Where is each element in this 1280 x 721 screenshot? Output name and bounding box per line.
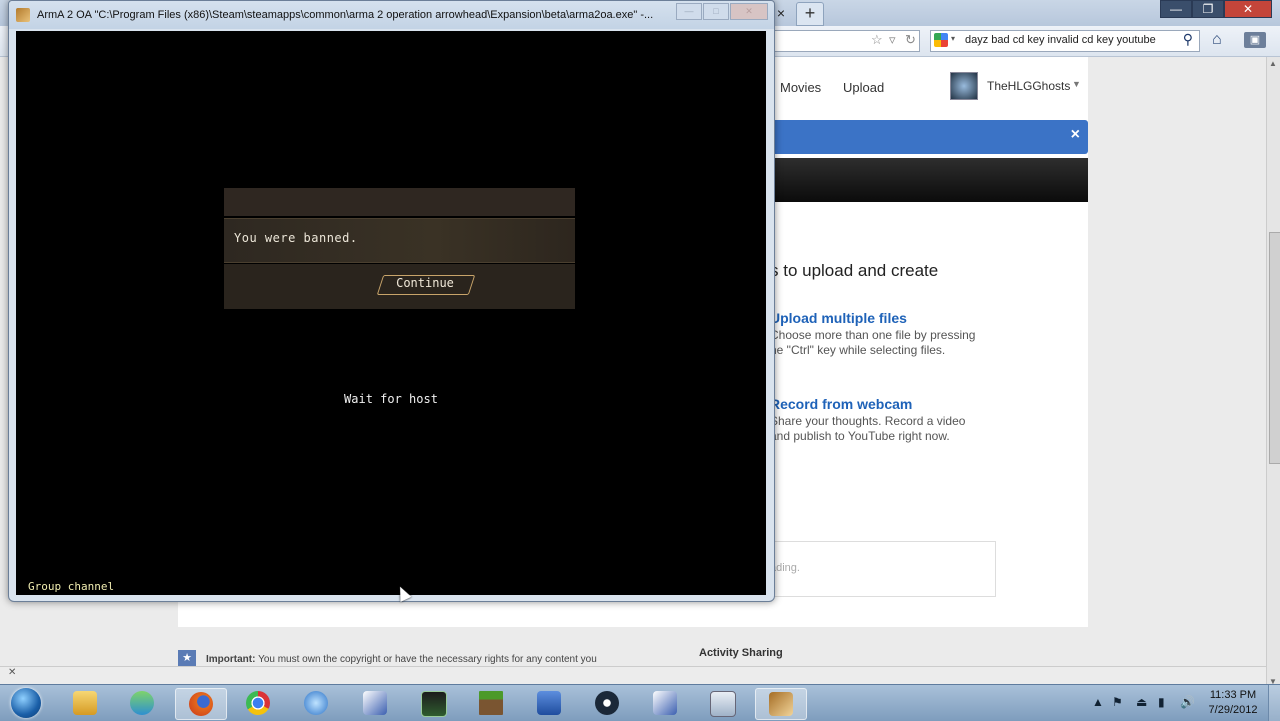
- usb-icon[interactable]: ⏏: [1136, 695, 1147, 709]
- upload-drop-area[interactable]: [770, 541, 996, 597]
- taskbar-firefox[interactable]: [175, 688, 227, 720]
- taskbar-word[interactable]: [524, 688, 574, 718]
- bookmark-star-icon[interactable]: ☆: [871, 32, 883, 48]
- browser-window-controls: — ❐ ✕: [1160, 0, 1272, 18]
- search-input[interactable]: dayz bad cd key invalid cd key youtube: [965, 34, 1156, 46]
- important-label: Important:: [206, 654, 256, 665]
- activity-sharing-label: Activity Sharing: [699, 647, 783, 659]
- taskbar-folder[interactable]: [697, 688, 747, 718]
- network-icon[interactable]: ▮: [1158, 695, 1165, 709]
- taskbar-itunes[interactable]: [291, 688, 341, 718]
- feature-desc-line: and publish to YouTube right now.: [770, 429, 950, 443]
- arma-app-icon: [16, 8, 30, 22]
- arma-app-icon: [769, 692, 793, 716]
- nav-movies-link[interactable]: Movies: [780, 80, 821, 95]
- launcher-icon: [363, 691, 387, 715]
- tray-expand-icon[interactable]: ▲: [1092, 695, 1104, 709]
- chrome-icon: [246, 691, 270, 715]
- windows-logo-icon: [11, 688, 41, 718]
- dialog-body: You were banned.: [224, 218, 575, 263]
- steam-icon: [595, 691, 619, 715]
- scroll-up-icon[interactable]: ▲: [1269, 59, 1277, 68]
- ban-dialog: You were banned. Continue: [224, 188, 575, 310]
- maximize-button[interactable]: □: [703, 3, 729, 20]
- dialog-footer: Continue: [224, 264, 575, 309]
- folder-icon: [73, 691, 97, 715]
- ban-message: You were banned.: [234, 231, 358, 245]
- volume-icon[interactable]: 🔊: [1180, 695, 1195, 709]
- scroll-left-icon[interactable]: ✕: [8, 667, 16, 678]
- notice-bar: ×: [770, 120, 1088, 154]
- feature-desc-line: he "Ctrl" key while selecting files.: [770, 343, 946, 357]
- clock-time: 11:33 PM: [1209, 689, 1257, 701]
- system-tray: ▲ ⚑ ⏏ ▮ 🔊: [1090, 689, 1202, 717]
- arma-titlebar[interactable]: ArmA 2 OA "C:\Program Files (x86)\Steam\…: [9, 1, 774, 29]
- close-button[interactable]: ✕: [730, 3, 768, 20]
- url-bar[interactable]: ☆ ▿ ↻: [770, 30, 920, 52]
- taskbar-arma2[interactable]: [755, 688, 807, 720]
- feature-title-multiple-files[interactable]: Upload multiple files: [770, 310, 907, 326]
- messenger-icon: [130, 691, 154, 715]
- chat-channel: Group channel: [28, 580, 115, 593]
- user-name[interactable]: TheHLGGhosts: [987, 79, 1070, 93]
- feature-title-webcam[interactable]: Record from webcam: [770, 396, 912, 412]
- new-tab-button[interactable]: +: [796, 2, 824, 26]
- scroll-thumb[interactable]: [1269, 232, 1280, 464]
- game-screen: You were banned. Continue Wait for host …: [16, 31, 766, 595]
- show-desktop-button[interactable]: [1268, 685, 1280, 721]
- important-text: Important: You must own the copyright or…: [206, 654, 597, 665]
- reload-icon[interactable]: ↻: [905, 32, 916, 48]
- dialog-header: [224, 188, 575, 216]
- maximize-button[interactable]: ❐: [1192, 0, 1224, 18]
- feature-desc-line: Share your thoughts. Record a video: [770, 414, 966, 428]
- taskbar-clock[interactable]: 11:33 PM 7/29/2012: [1202, 688, 1264, 718]
- taskbar-messenger[interactable]: [117, 688, 167, 718]
- star-icon: ★: [178, 650, 196, 666]
- terminal-icon: [421, 691, 447, 717]
- taskbar: ▲ ⚑ ⏏ ▮ 🔊 11:33 PM 7/29/2012: [0, 684, 1280, 721]
- horizontal-scrollbar[interactable]: ✕: [0, 666, 1266, 685]
- minimize-button[interactable]: —: [676, 3, 702, 20]
- home-icon[interactable]: ⌂: [1212, 31, 1222, 49]
- dropdown-icon[interactable]: ▿: [889, 32, 896, 48]
- taskbar-launcher-2[interactable]: [640, 688, 690, 718]
- engine-dropdown-icon[interactable]: ▾: [951, 34, 955, 43]
- taskbar-chrome[interactable]: [233, 688, 283, 718]
- nav-upload-link[interactable]: Upload: [843, 80, 884, 95]
- arma-window: ArmA 2 OA "C:\Program Files (x86)\Steam\…: [8, 0, 775, 602]
- arma-window-title: ArmA 2 OA "C:\Program Files (x86)\Steam\…: [37, 9, 654, 21]
- close-button[interactable]: ✕: [1224, 0, 1272, 18]
- action-center-icon[interactable]: ⚑: [1112, 695, 1123, 709]
- launcher-icon: [653, 691, 677, 715]
- itunes-icon: [304, 691, 328, 715]
- firefox-icon: [189, 692, 213, 716]
- start-button[interactable]: [2, 685, 52, 721]
- search-icon[interactable]: ⚲: [1183, 31, 1193, 48]
- important-body: You must own the copyright or have the n…: [258, 654, 597, 665]
- search-bar[interactable]: ▾ dayz bad cd key invalid cd key youtube…: [930, 30, 1200, 52]
- arma-window-controls: — □ ✕: [675, 3, 768, 20]
- feature-desc-line: Choose more than one file by pressing: [770, 328, 976, 342]
- chevron-down-icon[interactable]: ▼: [1072, 79, 1081, 89]
- google-icon[interactable]: [934, 33, 948, 47]
- notice-close-button[interactable]: ×: [1071, 126, 1080, 144]
- continue-label[interactable]: Continue: [380, 276, 470, 290]
- word-icon: [537, 691, 561, 715]
- avatar[interactable]: [950, 72, 978, 100]
- taskbar-steam[interactable]: [582, 688, 632, 718]
- vertical-scrollbar[interactable]: ▲ ▼: [1266, 57, 1280, 688]
- addon-icon[interactable]: ▣: [1244, 32, 1266, 48]
- taskbar-minecraft[interactable]: [466, 688, 516, 718]
- taskbar-explorer[interactable]: [60, 688, 110, 718]
- grass-block-icon: [479, 691, 503, 715]
- minimize-button[interactable]: —: [1160, 0, 1192, 18]
- wait-status: Wait for host: [344, 392, 438, 406]
- upload-heading: s to upload and create: [770, 261, 939, 280]
- taskbar-terminal[interactable]: [408, 688, 458, 718]
- taskbar-launcher[interactable]: [350, 688, 400, 718]
- window-icon: [710, 691, 736, 717]
- upload-header-bar: [770, 158, 1088, 202]
- clock-date: 7/29/2012: [1208, 704, 1258, 716]
